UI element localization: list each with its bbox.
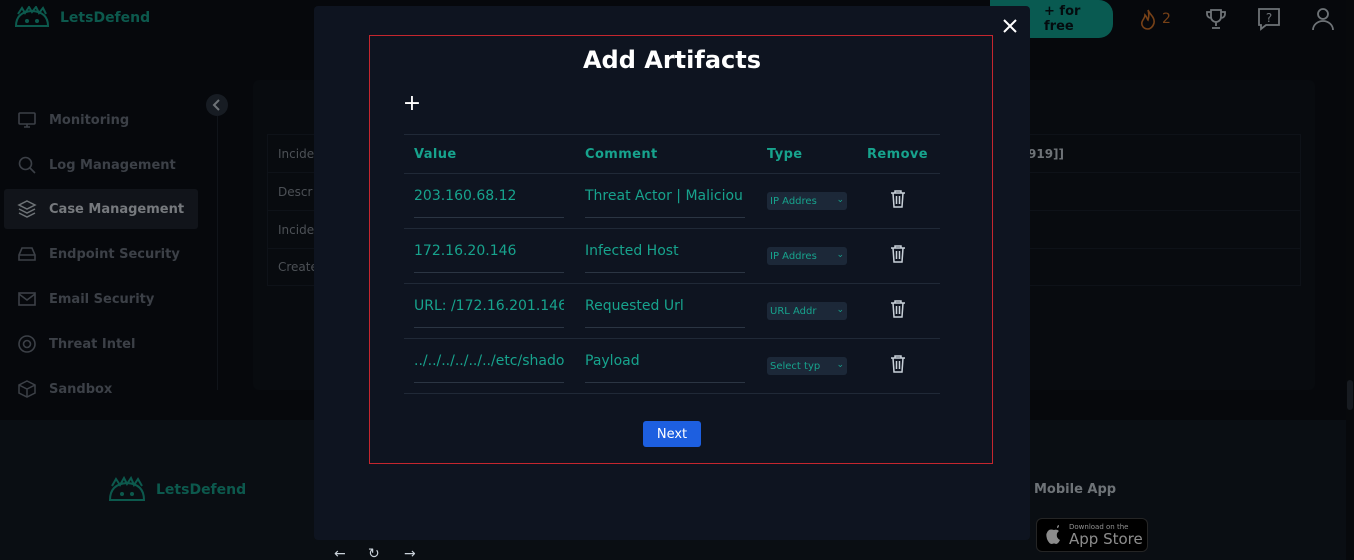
artifact-comment-input[interactable]: Threat Actor | Maliciou [585, 188, 745, 218]
next-button[interactable]: Next [643, 421, 701, 447]
modal-close-button[interactable] [996, 12, 1024, 40]
column-header-comment: Comment [585, 147, 658, 162]
artifacts-table: Value Comment Type Remove 203.160.68.12 … [404, 134, 940, 394]
nav-forward-button[interactable]: → [404, 546, 416, 560]
artifact-type-value: IP Addres [770, 250, 817, 262]
column-header-value: Value [414, 147, 457, 162]
chevron-down-icon: ⌄ [836, 250, 844, 260]
table-row: 172.16.20.146 Infected Host IP Addres ⌄ [404, 229, 940, 284]
artifacts-table-header: Value Comment Type Remove [404, 134, 940, 174]
artifact-type-select[interactable]: Select typ ⌄ [767, 357, 847, 375]
trash-icon[interactable] [890, 354, 906, 374]
artifact-type-value: IP Addres [770, 195, 817, 207]
nav-reload-button[interactable]: ↻ [368, 546, 380, 560]
artifact-value-input[interactable]: 172.16.20.146 [414, 243, 564, 273]
close-icon [1003, 19, 1017, 33]
artifact-type-select[interactable]: IP Addres ⌄ [767, 247, 847, 265]
trash-icon[interactable] [890, 299, 906, 319]
artifact-value-input[interactable]: ../../../../../../etc/shadow [414, 353, 564, 383]
chevron-down-icon: ⌄ [836, 305, 844, 315]
artifact-type-value: URL Addr [770, 305, 817, 317]
artifact-value-input[interactable]: 203.160.68.12 [414, 188, 564, 218]
artifact-value-input[interactable]: URL: /172.16.201.146/N [414, 298, 564, 328]
table-row: ../../../../../../etc/shadow Payload Sel… [404, 339, 940, 394]
trash-icon[interactable] [890, 244, 906, 264]
chevron-down-icon: ⌄ [836, 195, 844, 205]
artifact-type-select[interactable]: IP Addres ⌄ [767, 192, 847, 210]
table-row: URL: /172.16.201.146/N Requested Url URL… [404, 284, 940, 339]
column-header-type: Type [767, 147, 803, 162]
add-artifact-button[interactable]: + [402, 93, 422, 115]
column-header-remove: Remove [867, 147, 928, 162]
trash-icon[interactable] [890, 189, 906, 209]
modal-title: Add Artifacts [582, 46, 762, 74]
artifact-comment-input[interactable]: Infected Host [585, 243, 745, 273]
artifact-type-select[interactable]: URL Addr ⌄ [767, 302, 847, 320]
artifact-comment-input[interactable]: Requested Url [585, 298, 745, 328]
artifact-type-value: Select typ [770, 360, 821, 372]
artifact-comment-input[interactable]: Payload [585, 353, 745, 383]
chevron-down-icon: ⌄ [836, 360, 844, 370]
nav-back-button[interactable]: ← [334, 546, 346, 560]
table-row: 203.160.68.12 Threat Actor | Maliciou IP… [404, 174, 940, 229]
